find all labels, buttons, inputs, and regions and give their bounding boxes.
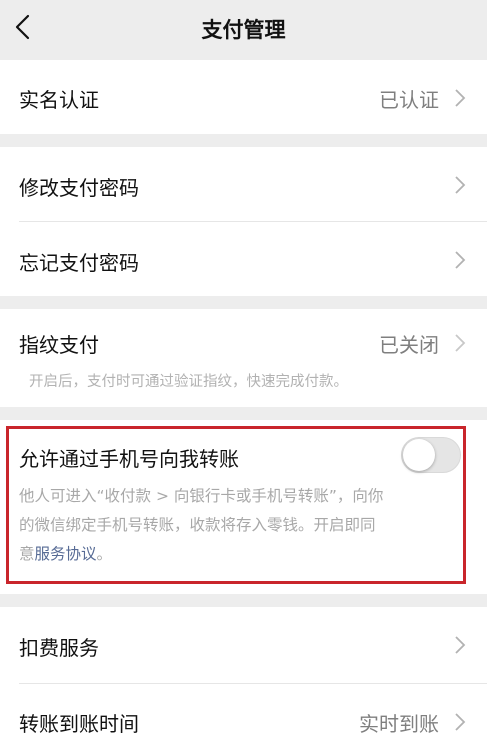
forgot-password-label: 忘记支付密码 [19, 251, 139, 275]
deduction-service-label: 扣费服务 [19, 636, 99, 660]
description-prefix: 意 [19, 545, 35, 563]
description-line-3: 意服务协议。 [19, 540, 465, 569]
arrival-time-label: 转账到账时间 [19, 712, 139, 736]
page-title: 支付管理 [201, 18, 286, 42]
real-name-status: 已认证 [379, 88, 439, 112]
real-name-label: 实名认证 [19, 88, 99, 112]
chevron-right-icon [455, 713, 466, 731]
nav-bar: 支付管理 [0, 0, 487, 58]
fingerprint-status: 已关闭 [379, 333, 439, 357]
description-line-2: 的微信绑定手机号转账，收款将存入零钱。开启即同 [19, 516, 376, 534]
phone-transfer-description: 他人可进入“收付款 > 向银行卡或手机号转账”，向你 的微信绑定手机号转账，收款… [19, 482, 465, 569]
phone-transfer-label: 允许通过手机号向我转账 [19, 447, 239, 471]
chevron-right-icon [455, 251, 466, 269]
change-password-row[interactable]: 修改支付密码 [0, 147, 487, 221]
fingerprint-description: 开启后，支付时可通过验证指纹，快速完成付款。 [29, 374, 348, 390]
fingerprint-row[interactable]: 指纹支付 已关闭 开启后，支付时可通过验证指纹，快速完成付款。 [0, 309, 487, 407]
description-line-1: 他人可进入“收付款 > 向银行卡或手机号转账”，向你 [19, 487, 384, 505]
forgot-password-row[interactable]: 忘记支付密码 [0, 222, 487, 296]
phone-transfer-toggle[interactable] [401, 437, 461, 473]
deduction-service-row[interactable]: 扣费服务 [0, 607, 487, 683]
chevron-right-icon [455, 636, 466, 654]
change-password-label: 修改支付密码 [19, 176, 139, 200]
real-name-row[interactable]: 实名认证 已认证 [0, 60, 487, 134]
chevron-right-icon [455, 176, 466, 194]
service-agreement-link[interactable]: 服务协议 [35, 545, 97, 563]
fingerprint-label: 指纹支付 [19, 333, 99, 357]
description-suffix: 。 [96, 545, 113, 563]
arrival-time-row[interactable]: 转账到账时间 实时到账 [0, 684, 487, 745]
chevron-right-icon [455, 334, 466, 352]
toggle-knob [403, 439, 435, 471]
chevron-right-icon [455, 89, 466, 107]
arrival-time-value: 实时到账 [359, 712, 439, 736]
